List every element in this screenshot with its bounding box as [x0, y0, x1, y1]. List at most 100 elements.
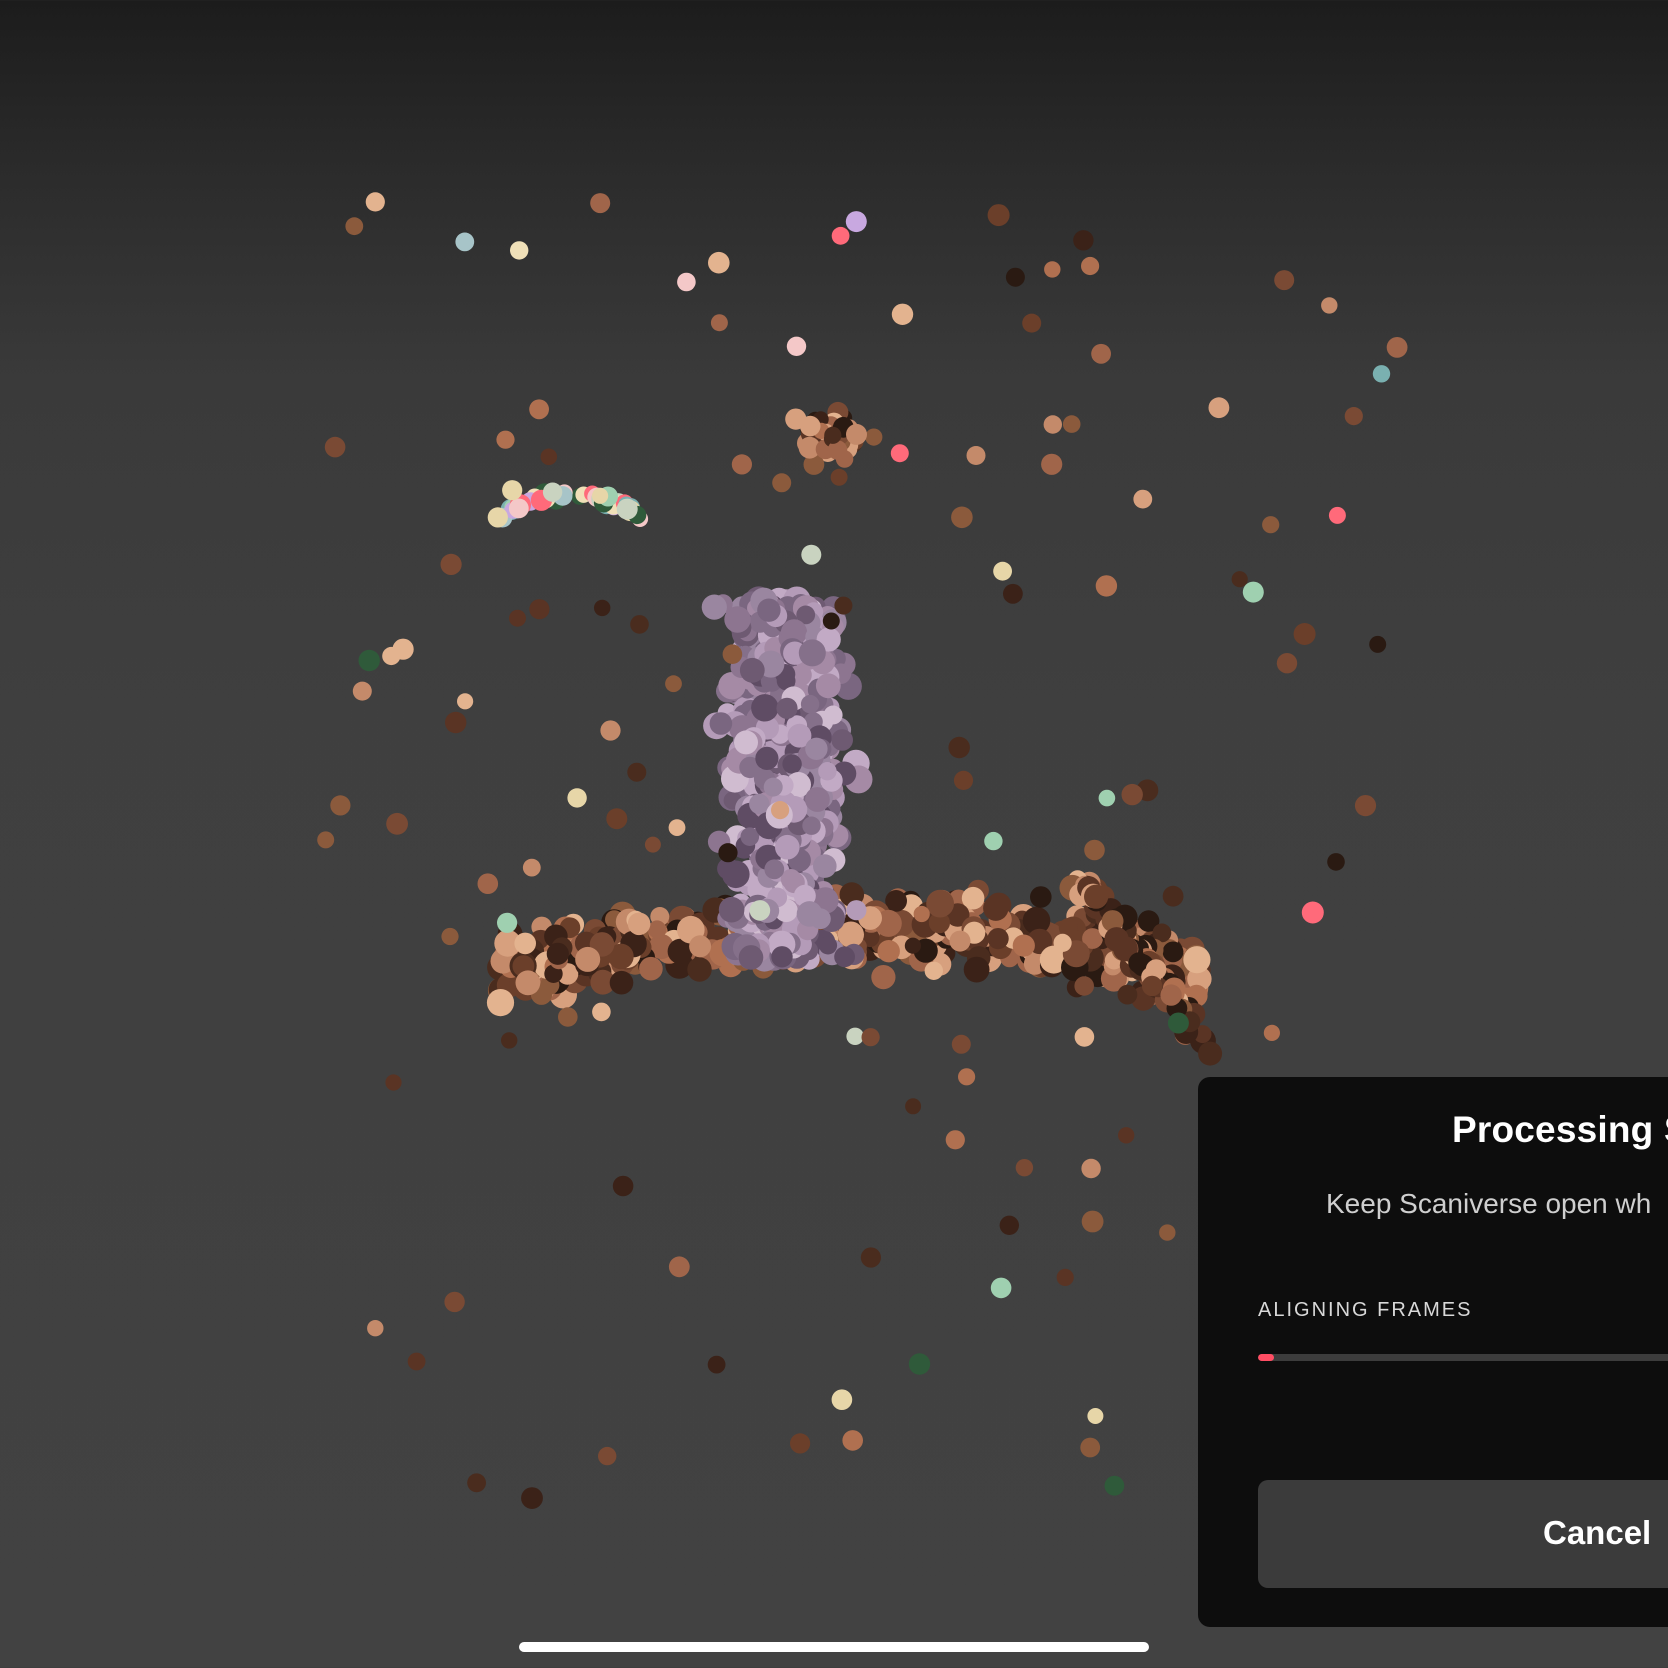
- point: [1231, 571, 1248, 588]
- point: [521, 1487, 543, 1509]
- point: [1121, 783, 1143, 806]
- point: [1022, 313, 1042, 333]
- point: [386, 812, 408, 835]
- point: [1301, 901, 1324, 924]
- point: [668, 819, 686, 836]
- point: [497, 912, 518, 933]
- point: [966, 446, 986, 465]
- point: [609, 970, 634, 995]
- point: [701, 594, 727, 620]
- cancel-button-label: Cancel: [1543, 1514, 1652, 1551]
- point: [924, 961, 943, 980]
- point: [689, 935, 712, 958]
- point: [990, 1277, 1012, 1299]
- point: [987, 928, 1009, 950]
- point: [771, 946, 793, 968]
- point: [738, 945, 764, 970]
- point: [616, 498, 638, 520]
- point: [949, 930, 971, 952]
- point: [606, 808, 628, 830]
- point: [1104, 1475, 1125, 1496]
- point: [780, 869, 802, 890]
- point: [441, 927, 459, 946]
- point: [1062, 415, 1081, 433]
- point: [1133, 489, 1153, 509]
- point: [771, 801, 790, 820]
- point: [891, 303, 914, 325]
- point: [999, 1215, 1019, 1236]
- point: [1162, 941, 1184, 963]
- point: [958, 1068, 976, 1086]
- point: [751, 694, 779, 722]
- point: [948, 736, 970, 759]
- processing-dialog: Processing S Keep Scaniverse open wh ALI…: [1198, 1077, 1668, 1627]
- point: [352, 681, 372, 701]
- point: [598, 1446, 617, 1466]
- point: [709, 712, 733, 735]
- point: [846, 900, 867, 921]
- point: [1262, 516, 1280, 534]
- point: [831, 226, 850, 245]
- point: [455, 232, 475, 252]
- point: [365, 192, 385, 212]
- point: [496, 430, 515, 449]
- point: [823, 705, 843, 725]
- point: [1104, 927, 1129, 952]
- point: [813, 854, 837, 878]
- point: [630, 615, 649, 634]
- point: [818, 762, 837, 781]
- point: [648, 920, 667, 939]
- point: [799, 415, 821, 437]
- point: [477, 873, 499, 894]
- point: [734, 730, 758, 755]
- point: [739, 657, 765, 683]
- point: [1242, 581, 1264, 603]
- point: [782, 754, 802, 774]
- point: [913, 905, 930, 923]
- point: [546, 942, 569, 965]
- point: [687, 957, 712, 982]
- point: [358, 649, 380, 672]
- point: [786, 336, 807, 356]
- point: [514, 932, 536, 955]
- point: [440, 553, 462, 576]
- point: [1081, 1210, 1104, 1233]
- point: [592, 1002, 611, 1022]
- point: [600, 720, 621, 741]
- point: [392, 638, 414, 660]
- progress-bar: [1258, 1354, 1668, 1361]
- point: [842, 1430, 863, 1451]
- point: [805, 737, 828, 760]
- point: [926, 889, 954, 918]
- home-indicator[interactable]: [519, 1642, 1149, 1652]
- point: [330, 795, 351, 816]
- point: [831, 729, 853, 751]
- point: [871, 965, 896, 990]
- point: [790, 1433, 811, 1454]
- point: [984, 831, 1003, 851]
- point: [1372, 365, 1391, 383]
- point: [815, 673, 841, 699]
- dialog-title: Processing S: [1452, 1109, 1668, 1150]
- point: [542, 482, 563, 502]
- point: [1198, 1041, 1223, 1066]
- point: [1276, 653, 1298, 674]
- point: [983, 895, 1009, 921]
- point: [1053, 933, 1072, 953]
- point: [757, 598, 781, 622]
- point: [830, 468, 848, 486]
- point: [1003, 583, 1023, 604]
- point: [772, 473, 792, 493]
- cancel-button[interactable]: Cancel: [1258, 1480, 1668, 1588]
- point: [822, 612, 840, 630]
- point: [317, 831, 335, 849]
- point: [665, 675, 682, 693]
- point: [905, 1098, 922, 1115]
- point: [1141, 975, 1163, 997]
- point: [805, 787, 830, 812]
- point: [1293, 623, 1316, 645]
- point: [668, 1256, 690, 1278]
- point: [501, 1032, 518, 1049]
- point: [1321, 297, 1338, 314]
- point: [594, 599, 611, 617]
